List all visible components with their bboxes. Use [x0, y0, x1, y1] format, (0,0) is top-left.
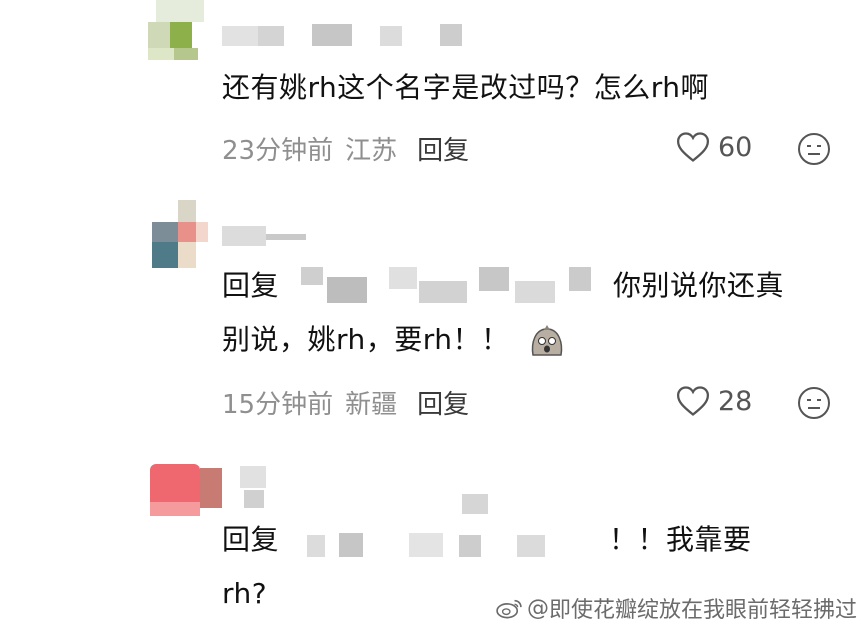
- comment-text: 你别说你还真: [613, 269, 785, 302]
- username-blurred[interactable]: [222, 24, 482, 48]
- username-blurred[interactable]: [222, 222, 342, 248]
- comment-text: ！！我靠要: [609, 523, 752, 556]
- comment-location: 新疆: [345, 390, 398, 420]
- comment-text-line-1: 回复 ！！我靠要: [222, 514, 752, 566]
- comment-text: 别说，姚rh，要rh！！: [222, 323, 510, 356]
- comment-time: 15分钟前: [222, 390, 334, 420]
- like-count: 28: [718, 385, 753, 417]
- watermark: @ 即使花瓣绽放在我眼前轻轻拂过: [495, 592, 857, 624]
- reply-prefix: 回复: [222, 523, 280, 556]
- heart-outline-icon: [676, 132, 710, 162]
- neutral-face-icon[interactable]: [797, 386, 831, 420]
- ghost-sticker-icon: [531, 325, 563, 356]
- mention-blurred[interactable]: [279, 267, 613, 307]
- heart-outline-icon: [676, 386, 710, 416]
- comment-time: 23分钟前: [222, 136, 334, 166]
- comment-1: 还有姚rh这个名字是改过吗？怎么rh啊 23分钟前 江苏 回复 60: [0, 0, 867, 190]
- watermark-at: @: [526, 595, 549, 621]
- reply-prefix: 回复: [222, 269, 280, 302]
- weibo-logo-icon: [496, 599, 522, 619]
- like-button[interactable]: 60: [676, 131, 752, 163]
- comment-text: 还有姚rh这个名字是改过吗？怎么rh啊: [222, 71, 710, 104]
- comment-meta: 23分钟前 江苏 回复: [222, 130, 469, 167]
- comment-meta: 15分钟前 新疆 回复: [222, 384, 469, 421]
- comment-location: 江苏: [345, 136, 398, 166]
- avatar[interactable]: [150, 458, 222, 518]
- comment-2: 回复 你别说你还真 别说，姚rh，要rh！！ 15分钟前 新疆 回复 28: [0, 200, 867, 450]
- reply-button[interactable]: 回复: [417, 136, 469, 166]
- avatar[interactable]: [148, 0, 204, 60]
- reply-button[interactable]: 回复: [417, 390, 469, 420]
- mention-blurred[interactable]: [279, 521, 609, 561]
- like-button[interactable]: 28: [676, 385, 752, 417]
- comment-text-line-1: 回复 你别说你还真: [222, 260, 784, 312]
- comment-text-line-2: rh?: [222, 577, 268, 610]
- like-count: 60: [718, 131, 753, 163]
- watermark-text: 即使花瓣绽放在我眼前轻轻拂过: [548, 598, 857, 623]
- avatar[interactable]: [152, 200, 208, 270]
- neutral-face-icon[interactable]: [797, 132, 831, 166]
- comment-text-line-2: 别说，姚rh，要rh！！: [222, 314, 567, 366]
